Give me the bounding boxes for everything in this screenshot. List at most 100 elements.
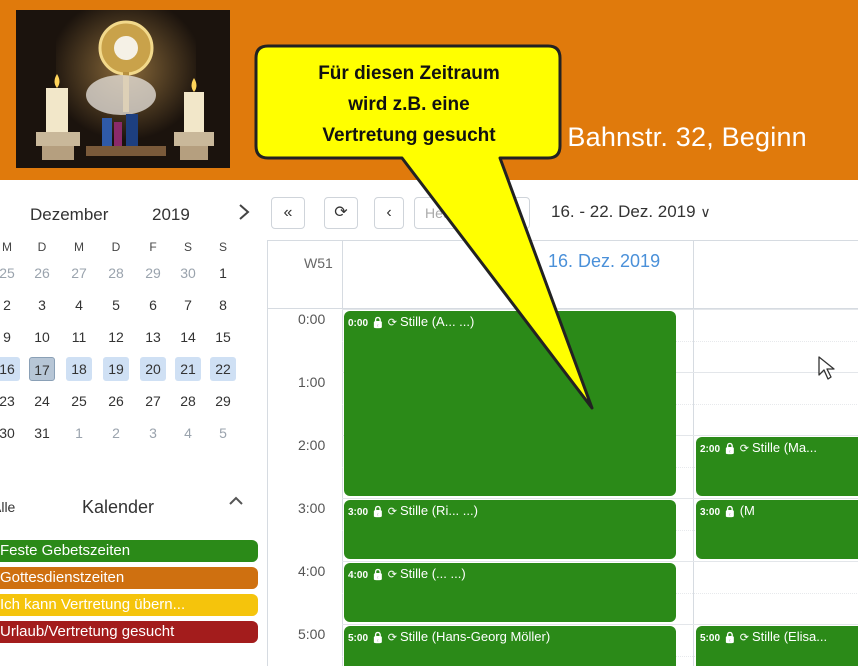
mini-calendar-day[interactable]: 25 xyxy=(66,389,92,413)
week-view: W51 16. Dez. 2019 0:00 1:00 2:00 3:00 4:00 5:… xyxy=(267,240,858,666)
event-time: 0:00 xyxy=(348,318,369,329)
lock-icon: 🔒 xyxy=(723,506,737,518)
mini-calendar-day[interactable]: 11 xyxy=(66,325,92,349)
event-title: Stille (Elisa... xyxy=(751,629,828,644)
mini-calendar-day[interactable]: 29 xyxy=(210,389,236,413)
event-title: (M xyxy=(739,503,755,518)
all-calendars-toggle[interactable]: Alle xyxy=(0,499,15,515)
mini-calendar-day[interactable]: 10 xyxy=(29,325,55,349)
lock-icon: 🔒 xyxy=(723,632,737,644)
header-image xyxy=(16,10,230,168)
today-button[interactable]: Heute xyxy=(414,197,530,229)
weekday-label: D xyxy=(37,240,47,254)
event-title: Stille (Ri... ...) xyxy=(399,503,478,518)
calendar-item[interactable]: Urlaub/Vertretung gesucht xyxy=(0,621,258,643)
weekday-label: M xyxy=(2,240,12,254)
chevron-down-icon: ∨ xyxy=(700,204,711,220)
hour-label: 1:00 xyxy=(298,374,326,390)
chevron-up-icon[interactable] xyxy=(228,493,244,514)
mini-calendar-day[interactable]: 30 xyxy=(0,421,20,445)
calendar-item-label: Ich kann Vertretung übern... xyxy=(0,596,186,613)
mini-calendar-day[interactable]: 30 xyxy=(175,261,201,285)
mini-calendar-day[interactable]: 6 xyxy=(140,293,166,317)
calendar-event[interactable]: 3:00 🔒 (M xyxy=(696,500,858,559)
weekday-label: S xyxy=(218,240,227,254)
mini-calendar-day[interactable]: 3 xyxy=(29,293,55,317)
mini-calendar-day[interactable]: 8 xyxy=(210,293,236,317)
calendar-item-label: Feste Gebetszeiten xyxy=(0,542,131,559)
mini-calendar-month[interactable]: Dezember xyxy=(30,205,108,225)
mini-calendar-day[interactable]: 4 xyxy=(66,293,92,317)
mini-calendar-day[interactable]: 28 xyxy=(103,261,129,285)
calendar-item[interactable]: Ich kann Vertretung übern... xyxy=(0,594,258,616)
calendar-event[interactable]: 4:00 🔒 ⟳ Stille (... ...) xyxy=(344,563,676,622)
date-range-selector[interactable]: 16. - 22. Dez. 2019 ∨ xyxy=(551,202,711,222)
mini-calendar-day[interactable]: 3 xyxy=(140,421,166,445)
mini-calendar-day[interactable]: 17 xyxy=(29,357,55,381)
mini-calendar-day[interactable]: 9 xyxy=(0,325,20,349)
calendar-item[interactable]: Feste Gebetszeiten xyxy=(0,540,258,562)
mini-calendar-day[interactable]: 2 xyxy=(103,421,129,445)
mini-calendar-day[interactable]: 14 xyxy=(175,325,201,349)
event-title: Stille (... ...) xyxy=(399,566,466,581)
mini-calendar-day[interactable]: 13 xyxy=(140,325,166,349)
weekday-label: D xyxy=(111,240,121,254)
hour-label: 2:00 xyxy=(298,437,326,453)
mini-calendar-day[interactable]: 20 xyxy=(140,357,166,381)
calendar-event[interactable]: 2:00 🔒 ⟳ Stille (Ma... xyxy=(696,437,858,496)
mini-calendar-day[interactable]: 1 xyxy=(210,261,236,285)
event-title: Stille (Hans-Georg Möller) xyxy=(399,629,551,644)
mini-calendar-day[interactable]: 19 xyxy=(103,357,129,381)
mini-calendar-day[interactable]: 4 xyxy=(175,421,201,445)
mini-calendar-day[interactable]: 5 xyxy=(210,421,236,445)
mini-calendar-day[interactable]: 31 xyxy=(29,421,55,445)
mini-calendar-day[interactable]: 26 xyxy=(103,389,129,413)
refresh-button[interactable]: ⟳ xyxy=(324,197,358,229)
mini-calendar-day[interactable]: 29 xyxy=(140,261,166,285)
mini-calendar-day[interactable]: 25 xyxy=(0,261,20,285)
mini-calendar-day[interactable]: 28 xyxy=(175,389,201,413)
mini-calendar-day[interactable]: 2 xyxy=(0,293,20,317)
repeat-icon: ⟳ xyxy=(739,443,749,455)
mini-calendar-day[interactable]: 15 xyxy=(210,325,236,349)
date-range-label: 16. - 22. Dez. 2019 xyxy=(551,202,696,221)
mini-calendar-day[interactable]: 7 xyxy=(175,293,201,317)
calendar-item[interactable]: Gottesdienstzeiten xyxy=(0,567,258,589)
lock-icon: 🔒 xyxy=(723,443,737,455)
mini-calendar-day[interactable]: 5 xyxy=(103,293,129,317)
column-divider xyxy=(342,241,343,666)
chevron-right-icon[interactable] xyxy=(238,203,250,226)
event-time: 3:00 xyxy=(700,507,721,518)
event-title: Stille (Ma... xyxy=(751,440,817,455)
calendar-event[interactable]: 5:00 🔒 ⟳ Stille (Hans-Georg Möller) xyxy=(344,626,676,666)
mini-calendar-day[interactable]: 27 xyxy=(140,389,166,413)
calendar-list-title: Kalender xyxy=(82,497,155,517)
lock-icon: 🔒 xyxy=(371,569,385,581)
repeat-icon: ⟳ xyxy=(387,317,397,329)
mini-calendar-day[interactable]: 23 xyxy=(0,389,20,413)
repeat-icon: ⟳ xyxy=(387,569,397,581)
mini-calendar-day[interactable]: 24 xyxy=(29,389,55,413)
calendar-event[interactable]: 5:00 🔒 ⟳ Stille (Elisa... xyxy=(696,626,858,666)
mini-calendar-day[interactable]: 21 xyxy=(175,357,201,381)
mini-calendar-year[interactable]: 2019 xyxy=(152,205,190,225)
mini-calendar-day[interactable]: 1 xyxy=(66,421,92,445)
calendar-event[interactable]: 0:00 🔒 ⟳ Stille (A... ...) xyxy=(344,311,676,496)
day-title[interactable]: 16. Dez. 2019 xyxy=(548,251,660,272)
hour-line xyxy=(342,498,858,499)
event-time: 5:00 xyxy=(348,633,369,644)
mini-calendar-day[interactable]: 26 xyxy=(29,261,55,285)
prev-range-button[interactable]: « xyxy=(271,197,305,229)
hour-label: 5:00 xyxy=(298,626,326,642)
mini-calendar-day[interactable]: 18 xyxy=(66,357,92,381)
mini-calendar-day[interactable]: 12 xyxy=(103,325,129,349)
mini-calendar-day[interactable]: 16 xyxy=(0,357,20,381)
weekday-label: S xyxy=(183,240,192,254)
mini-calendar-day[interactable]: 22 xyxy=(210,357,236,381)
calendar-event[interactable]: 3:00 🔒 ⟳ Stille (Ri... ...) xyxy=(344,500,676,559)
mini-calendar-day[interactable]: 27 xyxy=(66,261,92,285)
week-number: W51 xyxy=(304,255,333,271)
chevron-left-icon: ‹ xyxy=(386,204,392,221)
prev-week-button[interactable]: ‹ xyxy=(374,197,404,229)
hour-label: 0:00 xyxy=(298,311,326,327)
